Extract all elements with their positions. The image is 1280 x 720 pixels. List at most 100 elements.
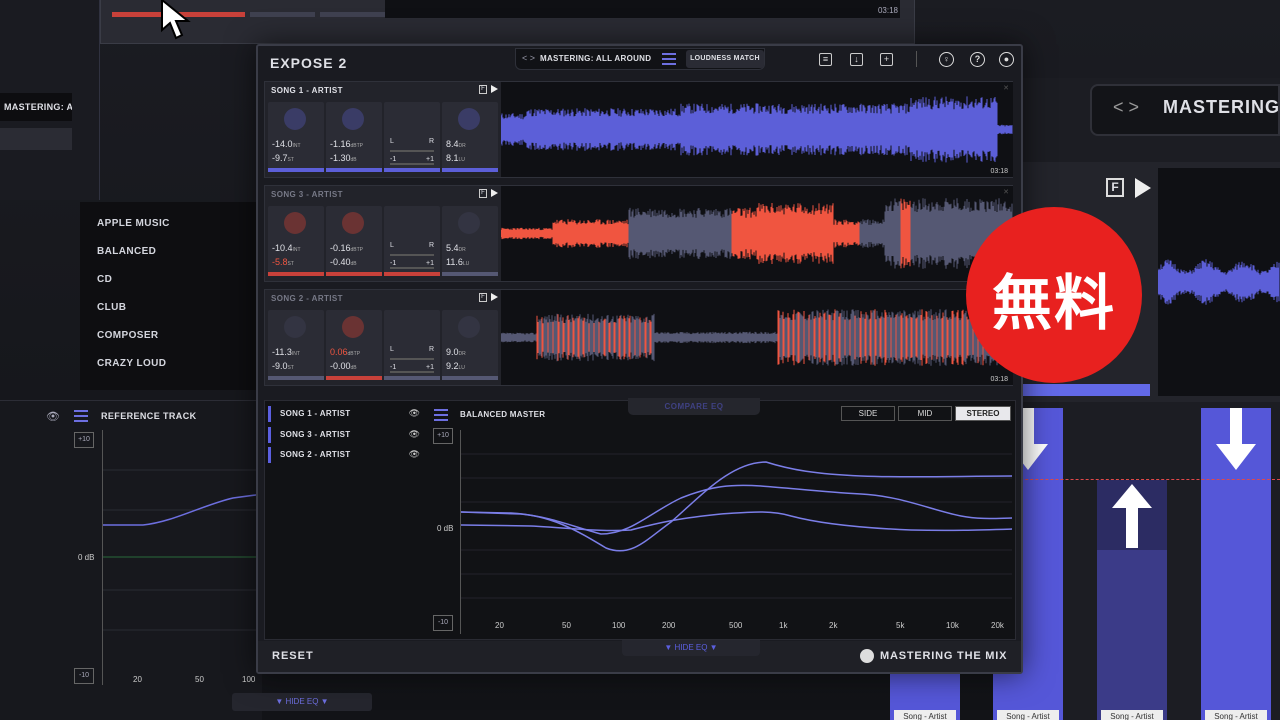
reset-button[interactable]: RESET xyxy=(272,650,314,662)
compare-track-item[interactable]: SONG 3 - ARTIST 👁 xyxy=(268,427,426,443)
column-label: Song - Artist xyxy=(894,710,956,720)
eye-icon[interactable]: 👁 xyxy=(409,449,420,460)
close-icon[interactable]: ✕ xyxy=(1003,188,1009,196)
side-toggle[interactable]: SIDE xyxy=(841,406,895,421)
meter-value: -14.0INT xyxy=(272,139,301,149)
list-icon[interactable]: ≡ xyxy=(819,53,832,66)
eq-bottom-box: -10 xyxy=(433,615,453,631)
dynamics-meter[interactable]: 5.4DR 11.6LU xyxy=(442,206,498,276)
background-grey-bar xyxy=(250,12,315,17)
down-arrow-stem xyxy=(1230,408,1242,444)
eq-freq-label: 20 xyxy=(495,621,504,630)
background-f-button: F xyxy=(1106,178,1124,197)
play-icon[interactable] xyxy=(491,85,498,93)
song-duration: 03:18 xyxy=(990,168,1008,175)
bulb-icon[interactable]: ♀ xyxy=(939,52,954,67)
meter-value: -1.30dB xyxy=(330,153,357,163)
eye-icon[interactable]: 👁 xyxy=(409,408,420,419)
f-button[interactable]: F xyxy=(479,293,487,302)
song-waveform[interactable]: ✕ xyxy=(500,186,1013,281)
true-peak-meter[interactable]: -0.16dBTP -0.40dB xyxy=(326,206,382,276)
true-peak-icon xyxy=(342,108,364,130)
preset-name[interactable]: MASTERING: ALL AROUND xyxy=(540,54,651,63)
play-icon[interactable] xyxy=(491,189,498,197)
power-icon[interactable]: ● xyxy=(999,52,1014,67)
song-card[interactable]: SONG 2 - ARTIST F -11.3INT -9.0ST 0.06dB… xyxy=(264,289,1013,386)
meter-value: 11.6LU xyxy=(446,257,470,267)
column-label: Song - Artist xyxy=(1205,710,1267,720)
help-icon[interactable]: ? xyxy=(970,52,985,67)
song-card[interactable]: SONG 3 - ARTIST F -10.4INT -5.8ST -0.16d… xyxy=(264,185,1013,282)
song-duration: 03:18 xyxy=(990,376,1008,383)
down-arrow-stem xyxy=(1022,408,1034,444)
song-waveform[interactable]: 03:18 ✕ xyxy=(500,290,1013,385)
song-waveform[interactable]: 03:18 ✕ xyxy=(500,82,1013,177)
brand-name: MASTERING THE MIX xyxy=(880,650,1008,662)
preset-menu-item[interactable]: CRAZY LOUD xyxy=(97,358,166,369)
mid-toggle[interactable]: MID xyxy=(898,406,952,421)
song-card[interactable]: SONG 1 - ARTIST F -14.0INT -9.7ST -1.16d… xyxy=(264,81,1013,178)
reference-zero-label: 0 dB xyxy=(78,553,95,562)
eye-icon[interactable]: 👁 xyxy=(409,429,420,440)
eq-freq-label: 1k xyxy=(779,621,788,630)
f-button[interactable]: F xyxy=(479,85,487,94)
background-right-waveform xyxy=(1158,168,1280,396)
compare-track-name: SONG 2 - ARTIST xyxy=(280,450,351,459)
download-icon[interactable]: ↓ xyxy=(850,53,863,66)
menu-icon[interactable] xyxy=(74,410,88,422)
eq-freq-label: 5k xyxy=(896,621,905,630)
loudness-match-button[interactable]: LOUDNESS MATCH xyxy=(686,50,764,68)
meter-value: 8.1LU xyxy=(446,153,465,163)
eq-freq-label: 2k xyxy=(829,621,838,630)
true-peak-meter[interactable]: -1.16dBTP -1.30dB xyxy=(326,102,382,172)
song-name: SONG 3 - ARTIST xyxy=(271,190,343,199)
meter-value: -0.40dB xyxy=(330,257,357,267)
play-icon xyxy=(1135,178,1151,198)
reference-hide-eq-button[interactable]: ▼ HIDE EQ ▼ xyxy=(232,693,372,711)
reference-freq-label: 100 xyxy=(242,675,256,684)
preset-menu-item[interactable]: CLUB xyxy=(97,302,126,313)
reference-title: REFERENCE TRACK xyxy=(101,411,197,421)
preset-menu-item[interactable]: BALANCED xyxy=(97,246,156,257)
dynamics-meter[interactable]: 8.4DR 8.1LU xyxy=(442,102,498,172)
menu-icon[interactable] xyxy=(434,409,448,421)
dynamics-meter[interactable]: 9.0DR 9.2LU xyxy=(442,310,498,380)
meter-value: 9.2LU xyxy=(446,361,465,371)
add-icon[interactable]: + xyxy=(880,53,893,66)
stereo-meter[interactable]: LR -1 +1 xyxy=(384,310,440,380)
loudness-meter[interactable]: -14.0INT -9.7ST xyxy=(268,102,324,172)
eq-freq-label: 10k xyxy=(946,621,959,630)
loudness-icon xyxy=(284,212,306,234)
preset-menu-item[interactable]: APPLE MUSIC xyxy=(97,218,170,229)
loudness-meter[interactable]: -11.3INT -9.0ST xyxy=(268,310,324,380)
background-preset-tag: MASTERING: A xyxy=(0,93,72,121)
meter-value: -0.16dBTP xyxy=(330,243,364,253)
compare-track-item[interactable]: SONG 2 - ARTIST 👁 xyxy=(268,447,426,463)
true-peak-meter[interactable]: 0.06dBTP -0.00dB xyxy=(326,310,382,380)
preset-menu: APPLE MUSIC BALANCED CD CLUB COMPOSER CR… xyxy=(80,202,258,390)
background-grey-bar xyxy=(320,12,385,17)
close-icon[interactable]: ✕ xyxy=(1003,84,1009,92)
up-arrow-icon xyxy=(1112,484,1152,508)
preset-arrows-icon[interactable]: < > xyxy=(522,53,535,63)
stereo-meter[interactable]: LR -1 +1 xyxy=(384,206,440,276)
f-button[interactable]: F xyxy=(479,189,487,198)
compare-track-name: SONG 3 - ARTIST xyxy=(280,430,351,439)
preset-menu-item[interactable]: COMPOSER xyxy=(97,330,159,341)
hide-eq-button[interactable]: ▼ HIDE EQ ▼ xyxy=(622,640,760,656)
meter-value: -5.8ST xyxy=(272,257,294,267)
stereo-meter[interactable]: LR -1 +1 xyxy=(384,102,440,172)
compare-eq-tab[interactable]: COMPARE EQ xyxy=(628,398,760,415)
true-peak-icon xyxy=(342,212,364,234)
background-time-label: 03:18 xyxy=(877,6,898,15)
loudness-meter[interactable]: -10.4INT -5.8ST xyxy=(268,206,324,276)
compare-track-item[interactable]: SONG 1 - ARTIST 👁 xyxy=(268,406,426,422)
preset-menu-icon[interactable] xyxy=(662,53,676,65)
play-icon[interactable] xyxy=(491,293,498,301)
meter-value: 8.4DR xyxy=(446,139,466,149)
meter-value: -1.16dBTP xyxy=(330,139,364,149)
preset-menu-item[interactable]: CD xyxy=(97,274,112,285)
eye-icon[interactable]: 👁 xyxy=(46,410,60,423)
stereo-toggle[interactable]: STEREO xyxy=(955,406,1011,421)
meter-value: -9.0ST xyxy=(272,361,294,371)
